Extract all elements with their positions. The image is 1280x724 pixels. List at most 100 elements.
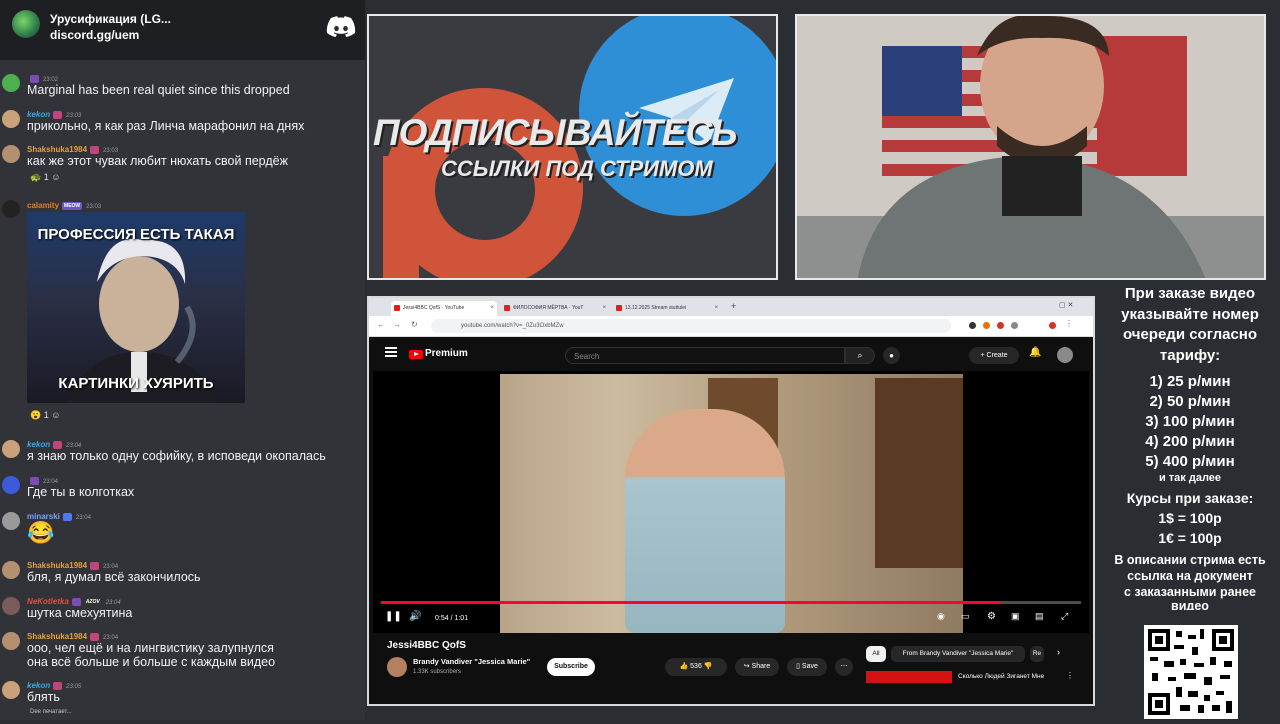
meme-top-text: ПРОФЕССИЯ ЕСТЬ ТАКАЯ	[37, 226, 235, 243]
settings-gear-icon[interactable]: ⚙	[987, 611, 996, 622]
hamburger-menu-icon[interactable]	[385, 347, 397, 357]
user-avatar	[2, 681, 20, 699]
progress-bar[interactable]	[381, 601, 1081, 604]
recommended-title[interactable]: Сколько Людей Зиганет Мне	[958, 673, 1044, 680]
autoplay-icon[interactable]: ◉	[937, 611, 945, 622]
discord-server-header[interactable]: Урусификация (LG... discord.gg/uem	[0, 0, 365, 60]
youtube-favicon-icon	[616, 305, 622, 311]
browser-tab[interactable]: Jessi4BBC QofS · YouTube ×	[391, 301, 497, 316]
fullscreen-icon[interactable]: ⤢	[1061, 611, 1068, 622]
reaction-count: 1	[43, 172, 49, 182]
footer-line: видео	[1171, 600, 1209, 610]
close-tab-icon[interactable]: ×	[490, 301, 494, 316]
cast-icon[interactable]: ▤	[1035, 611, 1044, 622]
reaction-pill[interactable]: 🐢 1 ☺	[30, 172, 60, 183]
info-header-line: очереди согласно	[1122, 326, 1258, 343]
extension-icon[interactable]	[997, 322, 1004, 329]
add-reaction-icon[interactable]: ☺	[51, 410, 60, 420]
captions-icon[interactable]: ▭	[961, 611, 970, 622]
reaction-pill[interactable]: 😮 1 ☺	[30, 410, 60, 421]
profile-icon[interactable]	[1049, 322, 1056, 329]
forward-icon[interactable]: →	[393, 320, 401, 329]
back-icon[interactable]: ←	[377, 320, 385, 329]
username[interactable]: NeKotletka	[27, 597, 69, 606]
channel-name[interactable]: Brandy Vandiver "Jessica Marie"	[413, 657, 530, 666]
reload-icon[interactable]: ↻	[411, 320, 418, 329]
search-input[interactable]: Search	[565, 347, 845, 364]
youtube-brand[interactable]: Premium	[425, 348, 468, 359]
extension-icon[interactable]	[969, 322, 976, 329]
url-field[interactable]: youtube.com/watch?v=_0Zu3OxbMZw	[431, 319, 951, 333]
more-actions-icon[interactable]: ⋯	[835, 658, 853, 676]
video-player[interactable]: ❚❚ 🔊 0:54 / 1:01 ◉ ▭ ⚙ ▣ ▤ ⤢	[373, 371, 1089, 633]
notifications-bell-icon[interactable]: 🔔	[1029, 347, 1041, 358]
message-text-line-2: она всё больше и больше с каждым видео	[27, 655, 276, 669]
chip-all[interactable]: All	[866, 646, 886, 662]
discord-chat-overlay: Урусификация (LG... discord.gg/uem 23:02…	[0, 0, 365, 720]
message-emoji: 😂	[27, 520, 55, 545]
pause-icon[interactable]: ❚❚	[385, 611, 402, 622]
extension-icon[interactable]	[1011, 322, 1018, 329]
volume-icon[interactable]: 🔊	[409, 611, 421, 622]
save-button[interactable]: ▯ Save	[787, 658, 827, 676]
webcam-feed	[795, 14, 1266, 280]
dislike-icon[interactable]: 👎	[704, 663, 713, 670]
username[interactable]: Shakshuka1984	[27, 561, 87, 570]
chevron-right-icon[interactable]: ›	[1057, 647, 1060, 657]
meme-image[interactable]: ПРОФЕССИЯ ЕСТЬ ТАКАЯ КАРТИНКИ ХУЯРИТЬ	[27, 212, 245, 403]
user-avatar	[2, 74, 20, 92]
close-tab-icon[interactable]: ×	[602, 301, 606, 316]
like-dislike-button[interactable]: 👍 536 👎	[665, 658, 727, 676]
extension-icon[interactable]	[983, 322, 990, 329]
share-icon: ↪	[743, 663, 750, 670]
like-icon[interactable]: 👍	[679, 663, 688, 670]
message-header: 23:04	[27, 476, 58, 485]
create-button[interactable]: + Create	[969, 347, 1019, 364]
channel-avatar[interactable]	[387, 657, 407, 677]
user-avatar	[2, 632, 20, 650]
reaction-emoji-icon: 🐢	[30, 172, 42, 182]
account-avatar[interactable]	[1057, 347, 1073, 363]
username[interactable]: kekon	[27, 440, 50, 449]
username[interactable]: kekon	[27, 110, 50, 119]
username[interactable]: Shakshuka1984	[27, 632, 87, 641]
server-name: Урусификация (LG...	[50, 12, 171, 26]
role-badge-icon	[90, 561, 100, 570]
recommended-thumbnail[interactable]	[866, 671, 952, 683]
new-tab-icon[interactable]: +	[731, 301, 736, 311]
subscribe-button[interactable]: Subscribe	[547, 658, 595, 676]
server-invite-link[interactable]: discord.gg/uem	[50, 28, 139, 42]
add-reaction-icon[interactable]: ☺	[51, 172, 60, 182]
message-text: как же этот чувак любит нюхать свой перд…	[27, 154, 288, 168]
tariff-line: 1) 25 р/мин	[1149, 373, 1231, 390]
role-badge-icon	[90, 632, 100, 641]
message-header: Shakshuka1984 23:03	[27, 145, 118, 154]
discord-logo-icon	[326, 16, 356, 37]
webcam-scene	[797, 16, 1264, 278]
browser-address-bar: ← → ↻ youtube.com/watch?v=_0Zu3OxbMZw ⋮	[369, 316, 1093, 337]
reaction-count: 1	[43, 410, 49, 420]
qr-code-icon	[1148, 629, 1234, 715]
browser-tab[interactable]: ФИЛОСОФИЯ МЁРТВА · YouT ×	[501, 301, 609, 316]
window-controls-icon[interactable]: ▢ ✕	[1059, 301, 1073, 309]
menu-icon[interactable]: ⋮	[1065, 319, 1073, 328]
username[interactable]: kekon	[27, 681, 50, 690]
message-text: я знаю только одну софийку, в исповеди о…	[27, 449, 326, 463]
microphone-icon[interactable]: ●	[883, 347, 900, 364]
search-icon[interactable]: ⌕	[845, 347, 875, 364]
chip-from-channel[interactable]: From Brandy Vandiver "Jessica Marie"	[891, 646, 1025, 662]
chip-related[interactable]: Re	[1030, 646, 1044, 662]
username[interactable]: Shakshuka1984	[27, 145, 87, 154]
qr-code[interactable]	[1144, 625, 1238, 719]
youtube-logo-icon[interactable]	[409, 350, 423, 359]
message-header: Shakshuka1984 23:04	[27, 561, 118, 570]
miniplayer-icon[interactable]: ▣	[1011, 611, 1020, 622]
recommended-menu-icon[interactable]: ⋮	[1066, 671, 1074, 680]
username[interactable]: calamity	[27, 201, 59, 210]
message-text: бля, я думал всё закончилось	[27, 570, 201, 584]
tariff-line: 2) 50 р/мин	[1149, 393, 1231, 410]
close-tab-icon[interactable]: ×	[714, 301, 718, 316]
reaction-emoji-icon: 😮	[30, 410, 42, 420]
share-button[interactable]: ↪ Share	[735, 658, 779, 676]
browser-tab[interactable]: 13.12.2025 Stream stuttulei ×	[613, 301, 721, 316]
